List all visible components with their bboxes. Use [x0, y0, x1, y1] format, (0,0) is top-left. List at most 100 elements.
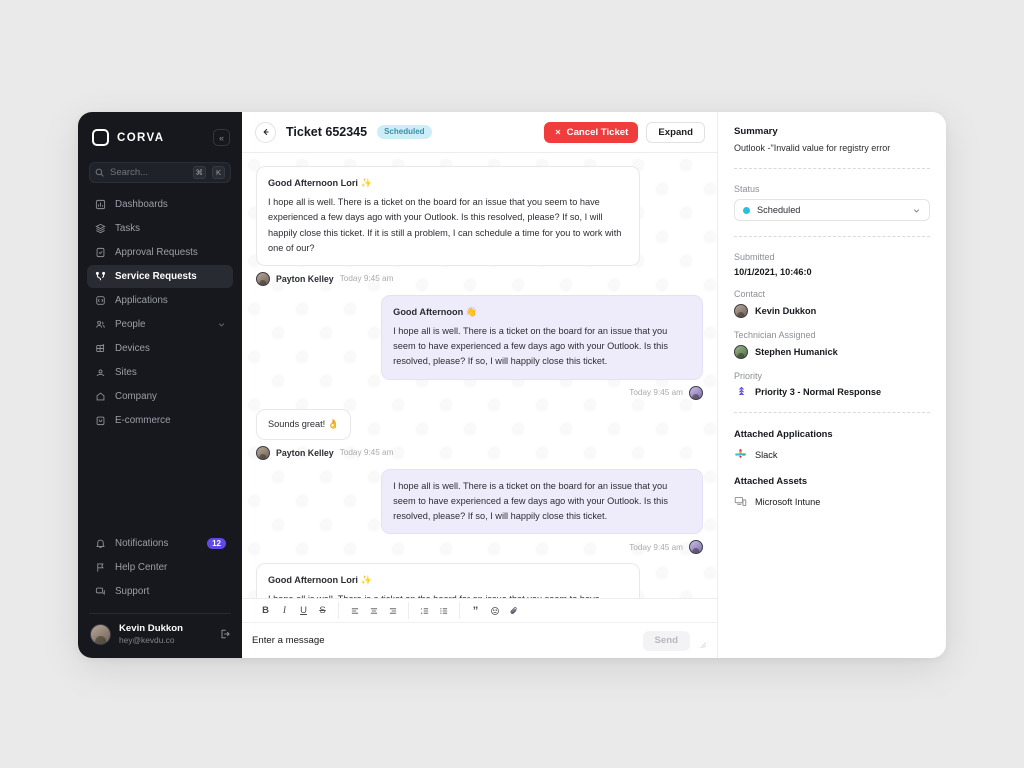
align-center-icon[interactable] — [365, 602, 382, 619]
cancel-ticket-button[interactable]: Cancel Ticket — [543, 121, 639, 143]
file-check-icon — [94, 247, 106, 258]
sidebar-item-service-requests[interactable]: Service Requests — [87, 265, 233, 288]
italic-icon[interactable]: I — [276, 602, 293, 619]
slack-icon — [734, 448, 747, 461]
sidebar-item-tasks[interactable]: Tasks — [87, 217, 233, 240]
shopping-bag-icon — [94, 415, 106, 426]
primary-nav: Dashboards Tasks Approval Requests Servi… — [78, 193, 242, 432]
text-style-group: B I U S — [250, 602, 338, 619]
contact-label: Contact — [734, 289, 766, 299]
bullet-list-icon[interactable] — [435, 602, 452, 619]
composer-input-row: Enter a message Send — [242, 623, 717, 658]
secondary-nav: Notifications 12 Help Center Support — [78, 532, 242, 607]
strikethrough-icon[interactable]: S — [314, 602, 331, 619]
technician-label: Technician Assigned — [734, 330, 816, 340]
chevron-down-icon[interactable] — [217, 320, 226, 329]
sidebar-item-approval-requests[interactable]: Approval Requests — [87, 241, 233, 264]
priority-value: Priority 3 - Normal Response — [755, 386, 882, 397]
logout-icon[interactable] — [219, 628, 231, 640]
sidebar-item-dashboards[interactable]: Dashboards — [87, 193, 233, 216]
ticket-detail-panel: Summary Outlook -"Invalid value for regi… — [718, 112, 946, 658]
avatar — [256, 271, 270, 286]
attached-application-name: Slack — [755, 449, 778, 460]
status-select[interactable]: Scheduled — [734, 199, 930, 221]
back-button[interactable] — [255, 121, 276, 143]
sidebar-user-profile[interactable]: Kevin Dukkon hey@kevdu.co — [78, 614, 242, 658]
brand: CORVA « — [78, 112, 242, 158]
attached-assets-label: Attached Assets — [734, 475, 808, 486]
sidebar-item-notifications[interactable]: Notifications 12 — [87, 532, 233, 555]
message-body: I hope all is well. There is a ticket on… — [393, 480, 668, 522]
ordered-list-icon[interactable] — [416, 602, 433, 619]
layers-icon — [94, 223, 106, 234]
summary-text: Outlook -"Invalid value for registry err… — [734, 143, 891, 153]
close-icon — [555, 129, 561, 135]
attached-application-item[interactable]: Slack — [734, 448, 930, 461]
sidebar-item-label: Sites — [115, 367, 137, 378]
status-badge: Scheduled — [377, 125, 432, 139]
sidebar-item-sites[interactable]: Sites — [87, 361, 233, 384]
technician-person[interactable]: Stephen Humanick — [734, 345, 930, 359]
sidebar-item-label: People — [115, 319, 146, 330]
message-input[interactable]: Enter a message — [252, 635, 643, 646]
sidebar-item-applications[interactable]: Applications — [87, 289, 233, 312]
sidebar-item-support[interactable]: Support — [87, 580, 233, 603]
sidebar-item-people[interactable]: People — [87, 313, 233, 336]
send-button[interactable]: Send — [642, 630, 690, 651]
dashboard-icon — [94, 199, 106, 210]
sidebar-item-devices[interactable]: Devices — [87, 337, 233, 360]
sidebar-item-company[interactable]: Company — [87, 385, 233, 408]
contact-person[interactable]: Kevin Dukkon — [734, 304, 930, 318]
priority-icon — [736, 386, 747, 397]
sidebar-item-help-center[interactable]: Help Center — [87, 556, 233, 579]
emoji-icon[interactable] — [486, 602, 503, 619]
flag-icon — [94, 562, 106, 573]
sidebar-item-label: Dashboards — [115, 199, 168, 210]
message-meta: Payton Kelley Today 9:45 am — [256, 271, 393, 286]
avatar — [256, 445, 270, 460]
attachment-icon[interactable] — [505, 602, 522, 619]
device-icon — [734, 495, 747, 508]
message-author: Payton Kelley — [276, 273, 334, 284]
status-dot-icon — [743, 206, 750, 214]
conversation-panel: Ticket 652345 Scheduled Cancel Ticket Ex… — [242, 112, 718, 658]
attached-asset-item[interactable]: Microsoft Intune — [734, 495, 930, 508]
kbd-cmd: ⌘ — [192, 166, 206, 179]
home-icon — [94, 391, 106, 402]
expand-button[interactable]: Expand — [646, 121, 705, 143]
header-actions: Cancel Ticket Expand — [543, 121, 705, 143]
technician-name: Stephen Humanick — [755, 347, 838, 357]
user-email: hey@kevdu.co — [119, 635, 175, 645]
sidebar-item-label: E-commerce — [115, 415, 171, 426]
alignment-group — [338, 602, 408, 619]
align-left-icon[interactable] — [346, 602, 363, 619]
collapse-sidebar-button[interactable]: « — [213, 129, 230, 146]
message-bubble: Good Afternoon Lori ✨ I hope all is well… — [256, 166, 641, 266]
avatar — [90, 623, 111, 645]
status-label: Status — [734, 184, 760, 194]
message-bubble: Good Afternoon 👋 I hope all is well. The… — [381, 294, 703, 380]
message-item: I hope all is well. There is a ticket on… — [256, 468, 703, 555]
search-input[interactable]: Search... ⌘ K — [89, 162, 231, 183]
underline-icon[interactable]: U — [295, 602, 312, 619]
kbd-k: K — [212, 166, 225, 179]
bold-icon[interactable]: B — [257, 602, 274, 619]
message-greeting: Good Afternoon Lori ✨ — [268, 575, 372, 586]
message-composer: B I U S ” Enter a message Send — [242, 598, 717, 658]
conversation-header: Ticket 652345 Scheduled Cancel Ticket Ex… — [242, 112, 717, 153]
message-item: Good Afternoon 👋 I hope all is well. The… — [256, 294, 703, 400]
status-value: Scheduled — [757, 205, 801, 215]
sidebar-item-ecommerce[interactable]: E-commerce — [87, 409, 233, 432]
git-branch-icon — [94, 271, 106, 282]
message-body: Sounds great! 👌 — [268, 418, 340, 429]
message-bubble: Good Afternoon Lori ✨ I hope all is well… — [256, 563, 641, 598]
sidebar-item-label: Help Center — [115, 562, 168, 573]
divider — [734, 412, 930, 413]
quote-icon[interactable]: ” — [467, 602, 484, 619]
divider — [734, 168, 930, 169]
message-time: Today 9:45 am — [339, 448, 394, 458]
message-list[interactable]: Good Afternoon Lori ✨ I hope all is well… — [242, 153, 717, 598]
message-body: I hope all is well. There is a ticket on… — [268, 197, 622, 253]
resize-grip[interactable] — [697, 636, 707, 648]
align-right-icon[interactable] — [384, 602, 401, 619]
